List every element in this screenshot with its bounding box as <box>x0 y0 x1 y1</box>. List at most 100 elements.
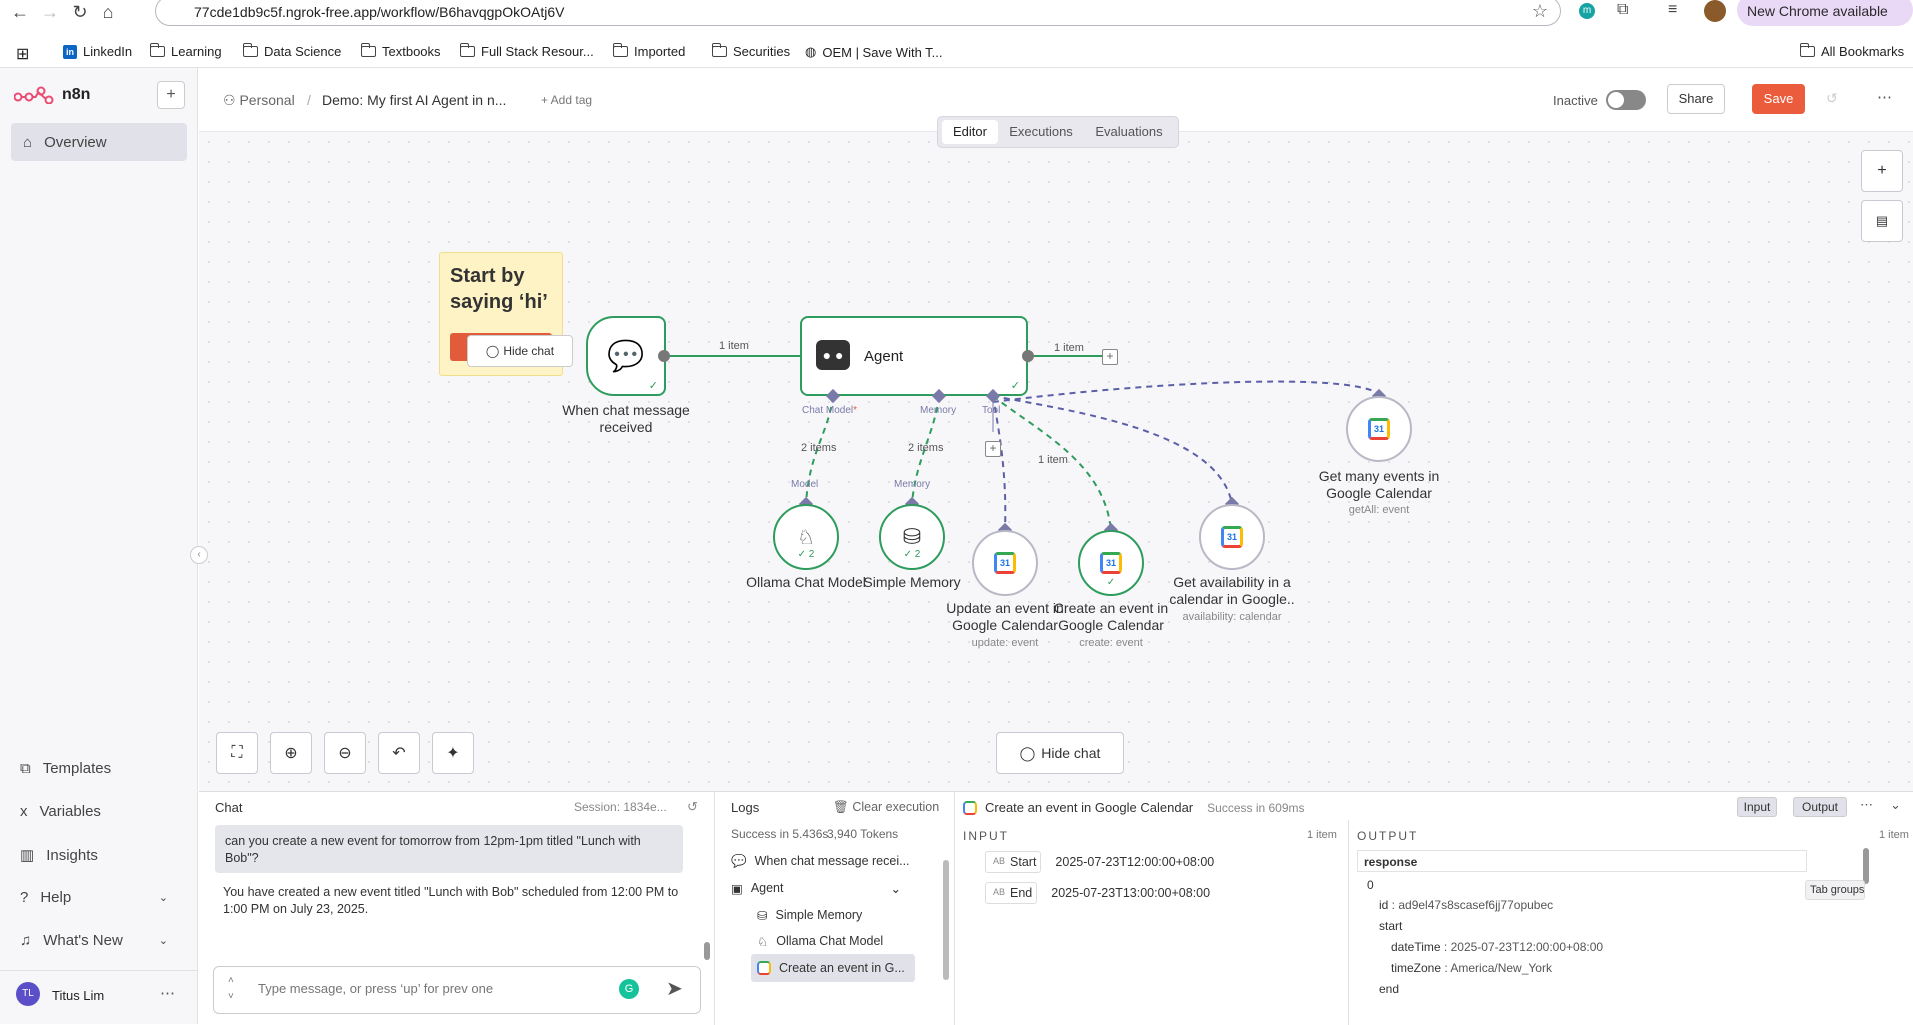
undo-button[interactable]: ↶ <box>378 732 420 774</box>
reading-list-icon[interactable]: ≡ <box>1668 1 1677 19</box>
history-arrows-icon[interactable]: ˄ ˅ <box>228 973 234 1005</box>
run-badge: ✓ 2 <box>903 549 921 560</box>
chat-input-box[interactable]: ˄˅ G ➤ <box>213 966 701 1014</box>
fit-view-button[interactable]: ⛶ <box>216 732 258 774</box>
bookmark-all[interactable]: All Bookmarks <box>1799 43 1904 59</box>
grammarly-icon[interactable]: G <box>619 979 639 999</box>
log-item-trigger[interactable]: 💬 When chat message recei... <box>731 854 910 869</box>
workflow-name[interactable]: Demo: My first AI Agent in n... <box>322 92 506 108</box>
avatar[interactable]: TL <box>16 982 40 1006</box>
bookmark-learning[interactable]: Learning <box>149 43 222 59</box>
bookmark-linkedin[interactable]: in LinkedIn <box>63 44 132 59</box>
back-icon[interactable]: ← <box>8 1 32 23</box>
get-many-events-node[interactable]: 31 <box>1346 396 1412 462</box>
clear-execution-button[interactable]: 🗑 Clear execution <box>833 800 939 815</box>
save-button[interactable]: Save <box>1752 84 1805 114</box>
project-breadcrumb[interactable]: ⚇ Personal <box>223 92 295 109</box>
forward-icon[interactable]: → <box>38 1 62 23</box>
log-item-create-event[interactable]: Create an event in G... <box>751 954 915 982</box>
add-tool-button[interactable]: + <box>985 441 1001 457</box>
input-toggle-button[interactable]: Input <box>1737 797 1777 817</box>
workflow-canvas[interactable]: Editor Executions Evaluations + ▤ ‹ Star… <box>190 116 1913 791</box>
sidebar-item-whats-new[interactable]: ♫ What's New ⌄ <box>20 932 168 949</box>
field-value: 2025-07-23T13:00:00+08:00 <box>1051 886 1211 900</box>
run-badge: ✓ 2 <box>797 549 815 560</box>
bookmark-imported[interactable]: Imported <box>612 43 685 59</box>
share-button[interactable]: Share <box>1667 84 1725 114</box>
extension-icon[interactable]: m <box>1579 3 1595 19</box>
send-icon[interactable]: ➤ <box>666 976 683 1001</box>
apps-grid-icon[interactable]: ⊞ <box>16 44 29 64</box>
hide-chat-button[interactable]: ◯ Hide chat <box>996 732 1124 774</box>
home-icon[interactable]: ⌂ <box>96 1 120 23</box>
input-label: INPUT <box>963 829 1009 843</box>
sidebar-item-templates[interactable]: ⧉ Templates <box>20 760 111 777</box>
check-icon: ✓ <box>648 380 658 392</box>
output-count: 1 item <box>1879 829 1909 841</box>
chat-message-input[interactable] <box>258 981 578 996</box>
simple-memory-node[interactable]: ⛁ ✓ 2 <box>879 504 945 570</box>
chat-trigger-node[interactable]: 💬 ✓ <box>586 316 666 396</box>
sidebar-item-help[interactable]: ? Help ⌄ <box>20 889 168 906</box>
reload-icon[interactable]: ↻ <box>68 1 92 23</box>
chevron-down-icon[interactable]: ⌄ <box>1890 797 1901 813</box>
ollama-node[interactable]: ♘ ✓ 2 <box>773 504 839 570</box>
sidebar-item-variables[interactable]: x Variables <box>20 803 101 820</box>
more-icon[interactable]: ⋯ <box>160 984 175 1002</box>
json-end: end <box>1379 982 1400 996</box>
bookmark-securities[interactable]: Securities <box>711 43 790 59</box>
database-icon: ⛁ <box>757 909 768 923</box>
update-event-node[interactable]: 31 <box>972 530 1038 596</box>
hide-chat-tooltip-button[interactable]: ◯ Hide chat <box>467 335 573 367</box>
history-icon[interactable]: ↺ <box>1826 90 1838 107</box>
field-key: Start <box>1010 855 1037 869</box>
extensions-puzzle-icon[interactable]: ⧉ <box>1617 1 1628 19</box>
output-port[interactable] <box>1022 350 1034 362</box>
zoom-out-button[interactable]: ⊖ <box>324 732 366 774</box>
agent-node[interactable]: ● ● Agent ✓ <box>800 316 1028 396</box>
output-toggle-button[interactable]: Output <box>1793 797 1847 817</box>
json-start: start <box>1379 919 1403 933</box>
bookmark-full-stack[interactable]: Full Stack Resour... <box>459 43 594 59</box>
add-next-node-button[interactable]: + <box>1102 349 1118 365</box>
address-bar[interactable]: 77cde1db9c5f.ngrok-free.app/workflow/B6h… <box>155 0 1561 26</box>
profile-avatar[interactable] <box>1704 0 1726 22</box>
active-toggle[interactable] <box>1606 90 1646 110</box>
bookmark-textbooks[interactable]: Textbooks <box>360 43 441 59</box>
status-label: Inactive <box>1553 93 1598 108</box>
chat-bubbles-icon: 💬 <box>607 339 645 373</box>
log-item-ollama[interactable]: ♘ Ollama Chat Model <box>757 934 883 949</box>
create-event-node[interactable]: 31 ✓ <box>1078 530 1144 596</box>
port-label-memory-in: Memory <box>894 479 931 490</box>
availability-node[interactable]: 31 <box>1199 504 1265 570</box>
detail-header: Create an event in Google Calendar Succe… <box>963 800 1305 815</box>
sidebar-item-overview[interactable]: ⌂ Overview <box>11 123 187 161</box>
reset-session-icon[interactable]: ↺ <box>687 799 698 815</box>
logs-scrollbar[interactable] <box>943 860 949 980</box>
star-icon[interactable]: ☆ <box>1532 1 1548 22</box>
chat-panel: Chat Session: 1834e... ↺ can you create … <box>199 792 715 1025</box>
json-index: 0 <box>1367 878 1374 892</box>
chat-title: Chat <box>215 800 243 815</box>
add-button[interactable]: + <box>157 81 185 109</box>
zoom-in-button[interactable]: ⊕ <box>270 732 312 774</box>
more-icon[interactable]: ⋯ <box>1860 797 1873 813</box>
bottom-panel: Chat Session: 1834e... ↺ can you create … <box>199 791 1913 1025</box>
add-tag-button[interactable]: + Add tag <box>541 93 592 107</box>
output-port[interactable] <box>658 350 670 362</box>
output-scrollbar[interactable] <box>1863 848 1869 884</box>
chevron-down-icon[interactable]: ⌄ <box>891 881 901 896</box>
google-calendar-icon <box>757 961 771 975</box>
more-icon[interactable]: ⋯ <box>1877 88 1892 106</box>
bookmark-oem[interactable]: ◍ OEM | Save With T... <box>805 44 943 60</box>
bookmark-data-science[interactable]: Data Science <box>242 43 341 59</box>
tidy-up-button[interactable]: ✦ <box>432 732 474 774</box>
sidebar-item-insights[interactable]: ▥ Insights <box>20 846 98 865</box>
log-item-agent[interactable]: ▣ Agent ⌄ <box>731 881 901 896</box>
variables-icon: x <box>20 803 28 820</box>
log-item-memory[interactable]: ⛁ Simple Memory <box>757 908 862 923</box>
chrome-update-button[interactable]: New Chrome available <box>1737 0 1913 26</box>
chat-scrollbar[interactable] <box>704 942 710 960</box>
n8n-logo[interactable]: n8n <box>14 86 90 104</box>
port-label-memory: Memory <box>920 405 957 416</box>
